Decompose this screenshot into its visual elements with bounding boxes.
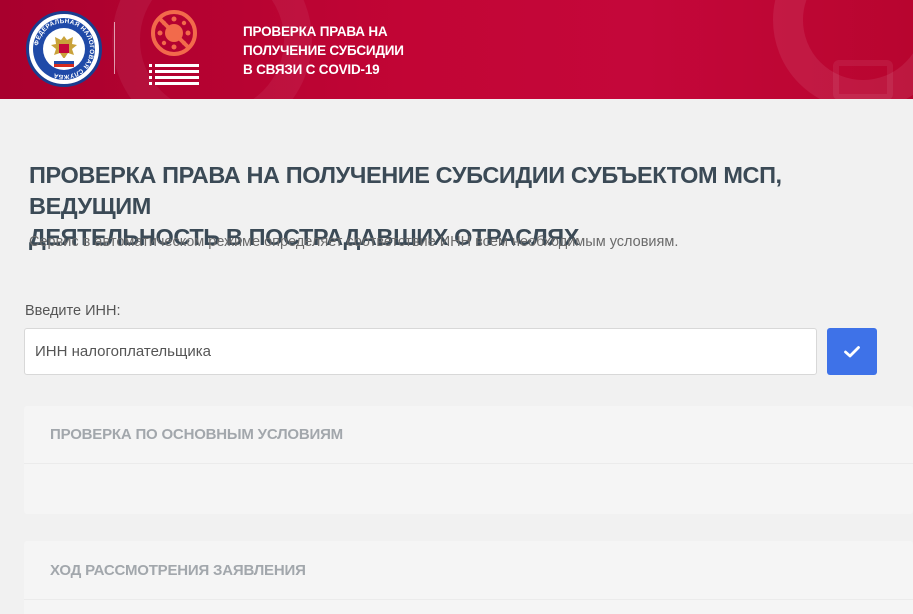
header-title-line: В СВЯЗИ С COVID-19 (243, 62, 380, 77)
check-icon (844, 345, 860, 357)
inn-label: Введите ИНН: (25, 303, 121, 319)
header-divider (114, 22, 115, 74)
header-title-line: ПРОВЕРКА ПРАВА НА (243, 24, 388, 39)
double-eagle-icon (51, 36, 77, 67)
application-progress-panel: ХОД РАССМОТРЕНИЯ ЗАЯВЛЕНИЯ (24, 541, 913, 614)
header-decoration (833, 60, 893, 99)
main-conditions-panel-title[interactable]: ПРОВЕРКА ПО ОСНОВНЫМ УСЛОВИЯМ (24, 406, 913, 464)
main-conditions-panel: ПРОВЕРКА ПО ОСНОВНЫМ УСЛОВИЯМ (24, 406, 913, 514)
application-progress-panel-title[interactable]: ХОД РАССМОТРЕНИЯ ЗАЯВЛЕНИЯ (24, 541, 913, 600)
header-title: ПРОВЕРКА ПРАВА НА ПОЛУЧЕНИЕ СУБСИДИИ В С… (243, 22, 463, 79)
check-inn-button[interactable] (827, 328, 877, 375)
page-title-line: ПРОВЕРКА ПРАВА НА ПОЛУЧЕНИЕ СУБСИДИИ СУБ… (29, 162, 782, 219)
header-title-line: ПОЛУЧЕНИЕ СУБСИДИИ (243, 43, 404, 58)
site-header: ФЕДЕРАЛЬНАЯ НАЛОГОВАЯ СЛУЖБА ПРОВЕРКА ПР… (0, 0, 913, 99)
covid-checklist-icon (149, 10, 199, 85)
inn-input[interactable] (24, 328, 817, 375)
fns-emblem-logo[interactable]: ФЕДЕРАЛЬНАЯ НАЛОГОВАЯ СЛУЖБА (26, 11, 102, 87)
page-subtitle: Сервис в автоматическом режиме определяе… (29, 234, 679, 250)
